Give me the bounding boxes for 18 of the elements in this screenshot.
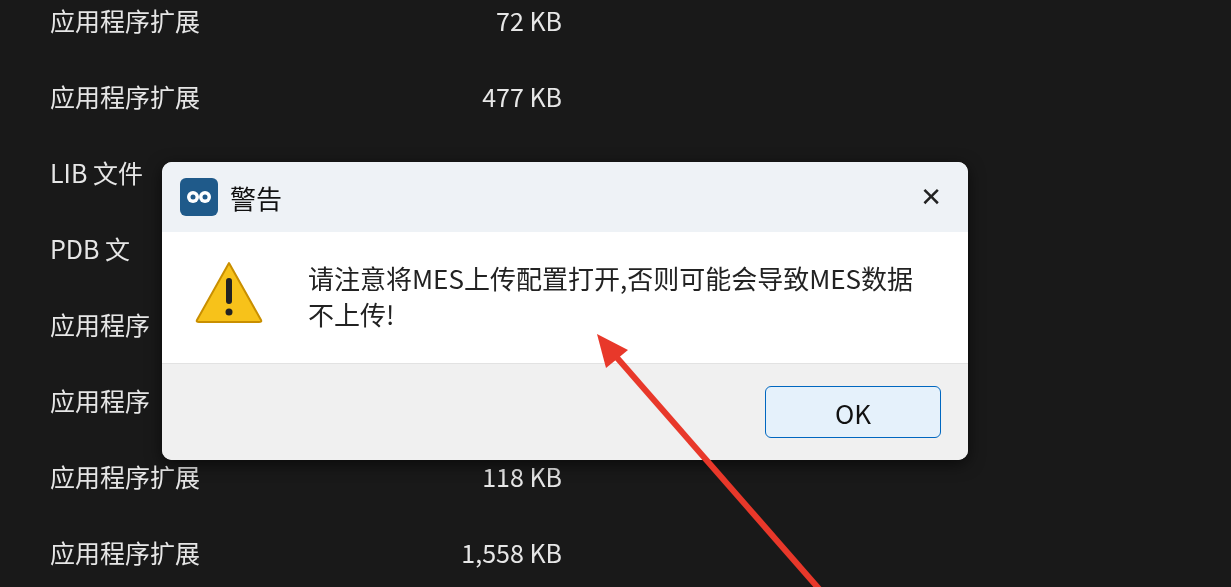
file-type: 应用程序扩展 — [50, 458, 200, 494]
file-size: 477 KB — [482, 78, 562, 114]
dialog-title: 警告 — [230, 178, 283, 216]
ok-button[interactable]: OK — [765, 386, 941, 438]
file-size: 1,558 KB — [461, 534, 562, 570]
warning-icon — [194, 260, 264, 324]
close-button[interactable]: ✕ — [912, 178, 950, 216]
file-type: PDB 文 — [50, 230, 131, 266]
file-type: 应用程序扩展 — [50, 78, 200, 114]
file-size: 118 KB — [482, 458, 562, 494]
file-size: 72 KB — [496, 2, 562, 38]
file-type: 应用程序扩展 — [50, 2, 200, 38]
file-type: 应用程序 — [50, 306, 150, 342]
file-type: LIB 文件 — [50, 154, 143, 190]
warning-message: 请注意将MES上传配置打开,否则可能会导致MES数据不上传! — [308, 260, 915, 332]
file-type: 应用程序扩展 — [50, 534, 200, 570]
app-icon — [180, 178, 218, 216]
file-type: 应用程序 — [50, 382, 150, 418]
